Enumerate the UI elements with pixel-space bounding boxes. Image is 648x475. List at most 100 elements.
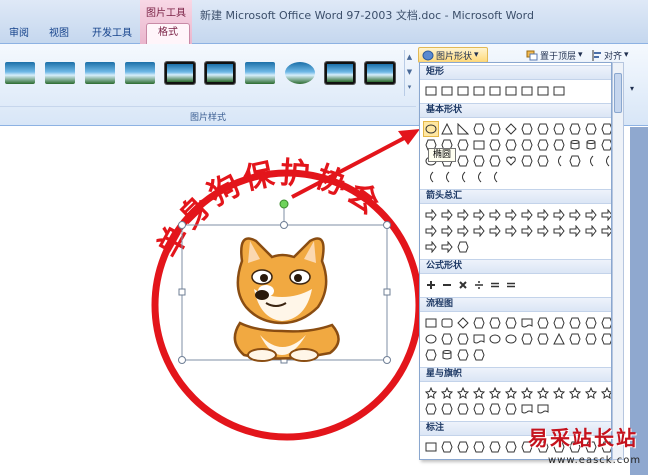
shape-right-triangle[interactable] (455, 121, 471, 137)
shape-round-callout[interactable] (439, 439, 455, 455)
shape-oval-callout[interactable] (455, 439, 471, 455)
shape-callout-right[interactable] (551, 223, 567, 239)
shape-direct-access[interactable] (455, 347, 471, 363)
shape-explosion2[interactable] (439, 385, 455, 401)
shape-display[interactable] (471, 347, 487, 363)
tab-review[interactable]: 审阅 (2, 25, 36, 43)
shape-arrow-chevron[interactable] (535, 223, 551, 239)
shape-callout-left[interactable] (583, 223, 599, 239)
picture-style-thumb[interactable] (362, 56, 398, 90)
shape-rect[interactable] (423, 83, 439, 99)
shape-curved-up[interactable] (455, 401, 471, 417)
shape-star6[interactable] (487, 385, 503, 401)
align-button[interactable]: 对齐 ▾ (592, 48, 648, 62)
shape-arrow-up[interactable] (455, 207, 471, 223)
shape-arc[interactable] (583, 153, 599, 169)
shape-arrow-u-turn[interactable] (567, 207, 583, 223)
bring-to-front-button[interactable]: 置于顶层 ▾ (526, 48, 586, 62)
shape-plus[interactable] (423, 277, 439, 293)
shape-teardrop[interactable] (455, 137, 471, 153)
shape-arrow-curved-l[interactable] (439, 223, 455, 239)
shape-rect[interactable] (455, 83, 471, 99)
shape-decagon[interactable] (583, 121, 599, 137)
shape-preparation[interactable] (567, 315, 583, 331)
shape-line-callout1[interactable] (487, 439, 503, 455)
shape-folded-corner[interactable] (471, 153, 487, 169)
shape-diamond[interactable] (503, 121, 519, 137)
shape-arrow-ud[interactable] (503, 207, 519, 223)
shape-cube[interactable] (583, 137, 599, 153)
shape-callout-quad[interactable] (439, 239, 455, 255)
shape-callout-down[interactable] (567, 223, 583, 239)
tab-format[interactable]: 格式 (146, 23, 190, 44)
tab-developer[interactable]: 开发工具 (84, 25, 140, 43)
shape-star10[interactable] (535, 385, 551, 401)
shape-star12[interactable] (551, 385, 567, 401)
gallery-scroll[interactable]: ▲ ▼ ▾ (404, 50, 414, 96)
shape-cloud[interactable] (567, 153, 583, 169)
shape-octagon[interactable] (567, 121, 583, 137)
shape-arrow-bent[interactable] (551, 207, 567, 223)
shape-arrow-lr[interactable] (487, 207, 503, 223)
shape-arrow-striped[interactable] (487, 223, 503, 239)
shape-multiply[interactable] (455, 277, 471, 293)
shape-star32[interactable] (599, 385, 611, 401)
shape-arrow-curved-r[interactable] (423, 223, 439, 239)
shape-arrow-quad[interactable] (519, 207, 535, 223)
shape-ribbon-up[interactable] (423, 401, 439, 417)
shape-decision[interactable] (455, 315, 471, 331)
shape-delay[interactable] (599, 331, 611, 347)
shape-collate[interactable] (519, 331, 535, 347)
shape-star5[interactable] (471, 385, 487, 401)
shape-connector[interactable] (423, 331, 439, 347)
shape-arrow-left-up[interactable] (583, 207, 599, 223)
picture-style-thumb[interactable] (322, 56, 358, 90)
shape-offpage[interactable] (439, 331, 455, 347)
shape-dodecagon[interactable] (599, 121, 611, 137)
shape-predefined[interactable] (487, 315, 503, 331)
tab-view[interactable]: 视图 (44, 25, 74, 43)
shape-rect[interactable] (519, 83, 535, 99)
shape-bevel[interactable] (599, 137, 611, 153)
shape-trapezoid[interactable] (487, 121, 503, 137)
picture-style-thumb[interactable] (122, 56, 158, 90)
shape-left-brace[interactable] (471, 169, 487, 185)
picture-style-thumb[interactable] (202, 56, 238, 90)
shape-rect[interactable] (471, 83, 487, 99)
shape-or[interactable] (503, 331, 519, 347)
shape-arrow-lru[interactable] (535, 207, 551, 223)
shape-manual-input[interactable] (583, 315, 599, 331)
shape-wave[interactable] (519, 401, 535, 417)
shape-arrow-pentagon[interactable] (519, 223, 535, 239)
shape-heptagon[interactable] (551, 121, 567, 137)
shape-sun[interactable] (535, 153, 551, 169)
picture-style-thumb[interactable] (2, 56, 38, 90)
picture-style-thumb[interactable] (42, 56, 78, 90)
shape-data[interactable] (471, 315, 487, 331)
shape-left-bracket[interactable] (439, 169, 455, 185)
shape-moon[interactable] (551, 153, 567, 169)
shape-l-shape[interactable] (503, 137, 519, 153)
shape-half-frame[interactable] (487, 137, 503, 153)
shape-rect[interactable] (551, 83, 567, 99)
shape-triangle[interactable] (439, 121, 455, 137)
shape-extract[interactable] (551, 331, 567, 347)
picture-style-thumb[interactable] (162, 56, 198, 90)
shape-rect[interactable] (535, 83, 551, 99)
shape-block-arc[interactable] (455, 153, 471, 169)
shape-summing[interactable] (487, 331, 503, 347)
picture-style-thumb[interactable] (242, 56, 278, 90)
shape-document[interactable] (519, 315, 535, 331)
shape-hexagon[interactable] (535, 121, 551, 137)
shape-callout-lr[interactable] (423, 239, 439, 255)
shape-arrow-down[interactable] (471, 207, 487, 223)
shape-alt-process[interactable] (439, 315, 455, 331)
shape-smiley[interactable] (487, 153, 503, 169)
shape-diag-stripe[interactable] (519, 137, 535, 153)
picture-shape-button[interactable]: 图片形状 ▾ (418, 47, 488, 63)
shape-explosion1[interactable] (423, 385, 439, 401)
shape-not-equal[interactable] (503, 277, 519, 293)
shape-merge[interactable] (567, 331, 583, 347)
shape-cross[interactable] (535, 137, 551, 153)
shape-magnetic-disk[interactable] (439, 347, 455, 363)
